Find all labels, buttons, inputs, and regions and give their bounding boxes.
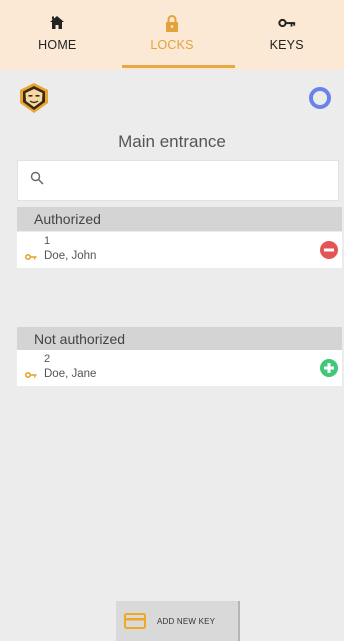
tab-home[interactable]: HOME [0, 0, 115, 70]
tab-locks[interactable]: LOCKS [115, 0, 230, 70]
tab-keys-label: KEYS [269, 38, 304, 52]
status-ring-icon[interactable] [308, 86, 332, 110]
tab-locks-label: LOCKS [150, 38, 194, 52]
section-header-not-authorized: Not authorized [17, 327, 342, 351]
key-holder-name: Doe, Jane [44, 368, 97, 380]
minus-circle-icon [320, 241, 338, 259]
active-tab-indicator [122, 65, 235, 68]
lock-icon [163, 14, 181, 32]
search-bar[interactable] [17, 160, 339, 201]
search-input[interactable] [54, 172, 314, 189]
remove-access-button[interactable] [320, 241, 338, 259]
key-holder-name: Doe, John [44, 250, 97, 262]
add-access-button[interactable] [320, 359, 338, 377]
add-new-key-button[interactable]: ADD NEW KEY [116, 601, 240, 641]
card-icon [124, 613, 146, 629]
lion-logo-icon [18, 82, 50, 114]
section-header-authorized: Authorized [17, 207, 342, 231]
tab-keys[interactable]: KEYS [229, 0, 344, 70]
key-number: 2 [44, 353, 51, 365]
key-icon [24, 248, 37, 261]
key-icon [278, 14, 296, 32]
top-navigation: HOME LOCKS KEYS [0, 0, 344, 70]
key-icon [24, 366, 37, 379]
key-number: 1 [44, 235, 51, 247]
key-row-authorized[interactable]: 1 Doe, John [17, 232, 342, 268]
home-icon [48, 14, 66, 32]
key-row-not-authorized[interactable]: 2 Doe, Jane [17, 350, 342, 386]
add-new-key-label: ADD NEW KEY [157, 616, 216, 626]
plus-circle-icon [320, 359, 338, 377]
tab-home-label: HOME [38, 38, 77, 52]
search-icon [30, 171, 44, 190]
page-title: Main entrance [118, 132, 226, 151]
